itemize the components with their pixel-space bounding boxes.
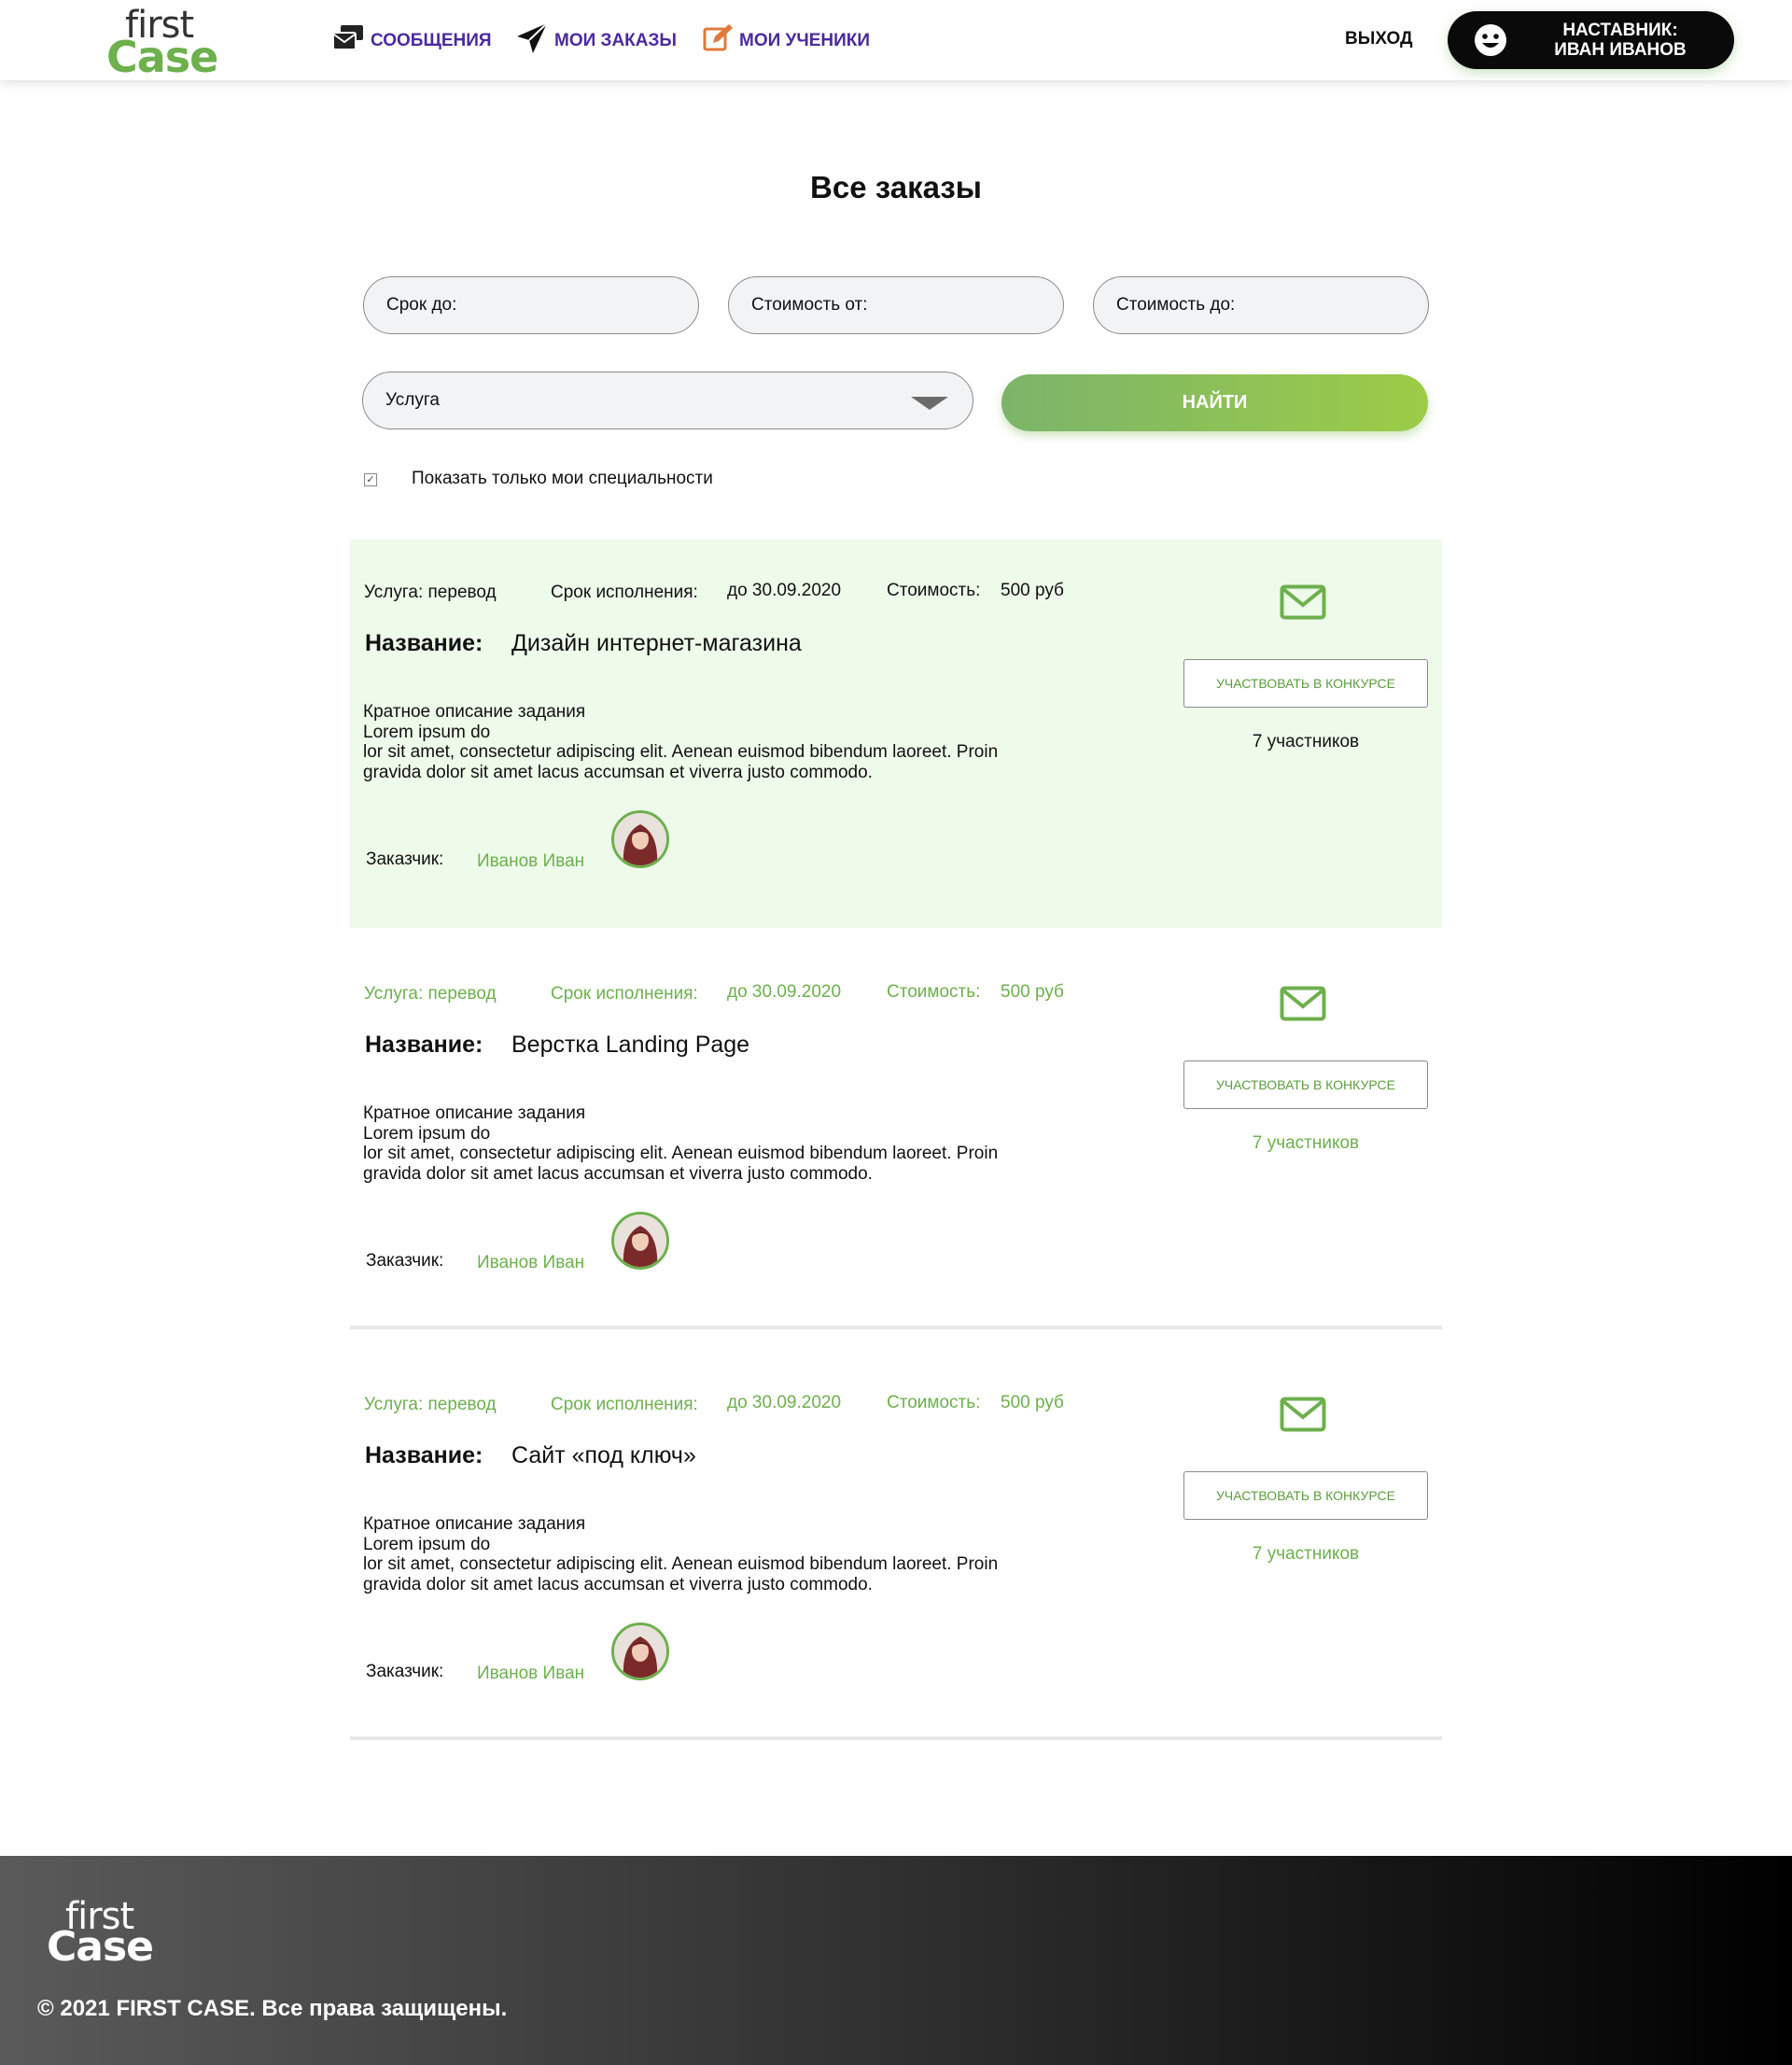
description-line: lor sit amet, consectetur adipiscing eli… (363, 742, 999, 762)
order-card: Услуга: перевод Срок исполнения: до 30.0… (350, 941, 1442, 1329)
order-description: Кратное описание задания Lorem ipsum do … (363, 1103, 1072, 1184)
smiley-icon (1475, 24, 1506, 56)
order-price-value: 500 руб (1001, 1393, 1064, 1412)
description-line: Lorem ipsum do (363, 1534, 491, 1554)
join-contest-button[interactable]: УЧАСТВОВАТЬ В КОНКУРСЕ (1183, 1061, 1428, 1109)
order-price-value: 500 руб (1001, 982, 1064, 1002)
order-price-value: 500 руб (1001, 581, 1064, 600)
order-deadline-label: Срок исполнения: (551, 984, 698, 1004)
footer-copyright: © 2021 FIRST CASE. Все права защищены. (37, 1996, 508, 2021)
description-line: lor sit amet, consectetur adipiscing eli… (363, 1554, 999, 1574)
paper-plane-icon (515, 21, 554, 61)
order-price-label: Стоимость: (887, 1393, 981, 1412)
nav-my-students[interactable]: МОИ УЧЕНИКИ (702, 24, 871, 56)
description-line: gravida dolor sit amet lacus accumsan et… (363, 762, 873, 782)
only-my-specialties-label: Показать только мои специальности (412, 469, 713, 488)
order-description: Кратное описание задания Lorem ipsum do … (363, 1514, 1072, 1594)
page-title: Все заказы (810, 170, 982, 204)
description-line: gravida dolor sit amet lacus accumsan et… (363, 1163, 873, 1184)
deadline-input[interactable]: Срок до: (363, 276, 699, 334)
site-logo[interactable]: first Case (105, 4, 218, 82)
top-navbar: first Case СООБЩЕНИЯ МОИ ЗАКАЗЫ МОИ УЧЕН… (0, 0, 1792, 82)
order-card: Услуга: перевод Срок исполнения: до 30.0… (350, 540, 1442, 928)
footer: first Case © 2021 FIRST CASE. Все права … (0, 1856, 1792, 2065)
participants-count[interactable]: 7 участников (1183, 732, 1428, 752)
order-name-value: Сайт «под ключ» (511, 1442, 696, 1468)
order-name-label: Название: (365, 630, 483, 656)
order-deadline-value: до 30.09.2020 (727, 581, 842, 600)
only-my-specialties-checkbox[interactable]: ✓ (364, 473, 377, 486)
order-service: Услуга: перевод (364, 1395, 497, 1414)
order-name-row: Название: Дизайн интернет-магазина (365, 630, 802, 657)
description-line: Кратное описание задания (363, 1514, 586, 1534)
customer-name-link[interactable]: Иванов Иван (477, 1664, 584, 1684)
find-button[interactable]: НАЙТИ (1001, 374, 1428, 431)
dropdown-arrow-icon (911, 397, 948, 410)
service-select-value: Услуга (385, 390, 440, 410)
nav-my-students-label: МОИ УЧЕНИКИ (739, 31, 871, 50)
deadline-placeholder: Срок до: (386, 295, 457, 315)
description-line: Кратное описание задания (363, 702, 586, 722)
nav-my-orders[interactable]: МОИ ЗАКАЗЫ (515, 22, 677, 56)
nav-messages-label: СООБЩЕНИЯ (371, 31, 492, 50)
participants-count[interactable]: 7 участников (1183, 1133, 1428, 1154)
participants-count[interactable]: 7 участников (1183, 1544, 1428, 1565)
description-line: gravida dolor sit amet lacus accumsan et… (363, 1574, 873, 1594)
customer-name-link[interactable]: Иванов Иван (477, 1253, 584, 1273)
price-to-placeholder: Стоимость до: (1116, 295, 1236, 315)
logout-link[interactable]: ВЫХОД (1345, 29, 1413, 49)
customer-avatar[interactable] (611, 810, 669, 868)
customer-avatar[interactable] (611, 1622, 669, 1680)
description-line: Кратное описание задания (363, 1103, 586, 1123)
envelope-icon[interactable] (1280, 1397, 1326, 1437)
price-to-input[interactable]: Стоимость до: (1093, 276, 1429, 334)
customer-name-link[interactable]: Иванов Иван (477, 851, 584, 872)
mentor-name: НАСТАВНИК: ИВАН ИВАНОВ (1532, 21, 1709, 60)
order-service: Услуга: перевод (364, 984, 497, 1004)
edit-icon (702, 22, 739, 60)
mentor-profile-button[interactable]: НАСТАВНИК: ИВАН ИВАНОВ (1448, 11, 1734, 69)
service-select[interactable]: Услуга (362, 372, 973, 429)
envelope-icon[interactable] (1280, 986, 1326, 1026)
order-card: Услуга: перевод Срок исполнения: до 30.0… (350, 1352, 1442, 1740)
order-description: Кратное описание задания Lorem ipsum do … (363, 702, 1072, 782)
nav-messages[interactable]: СООБЩЕНИЯ (331, 23, 492, 59)
customer-label: Заказчик: (366, 1251, 444, 1271)
order-name-row: Название: Сайт «под ключ» (365, 1442, 696, 1469)
envelope-icon[interactable] (1280, 584, 1326, 625)
order-deadline-label: Срок исполнения: (551, 1395, 698, 1414)
customer-avatar[interactable] (611, 1212, 669, 1270)
order-deadline-value: до 30.09.2020 (727, 1393, 842, 1412)
nav-my-orders-label: МОИ ЗАКАЗЫ (554, 31, 677, 50)
order-deadline-value: до 30.09.2020 (727, 982, 842, 1002)
join-contest-button[interactable]: УЧАСТВОВАТЬ В КОНКУРСЕ (1183, 659, 1428, 708)
footer-logo-case: Case (47, 1923, 154, 1971)
order-price-label: Стоимость: (887, 982, 981, 1002)
order-name-row: Название: Верстка Landing Page (365, 1032, 749, 1059)
order-name-value: Дизайн интернет-магазина (511, 630, 802, 656)
description-line: lor sit amet, consectetur adipiscing eli… (363, 1144, 999, 1163)
order-service: Услуга: перевод (364, 583, 497, 602)
order-deadline-label: Срок исполнения: (551, 583, 698, 602)
order-name-value: Верстка Landing Page (511, 1032, 750, 1058)
customer-label: Заказчик: (366, 1662, 444, 1681)
price-from-placeholder: Стоимость от: (751, 295, 868, 315)
mentor-role: НАСТАВНИК: (1562, 21, 1678, 40)
join-contest-button[interactable]: УЧАСТВОВАТЬ В КОНКУРСЕ (1183, 1471, 1428, 1520)
order-name-label: Название: (365, 1032, 483, 1058)
mentor-fullname: ИВАН ИВАНОВ (1554, 40, 1687, 60)
order-name-label: Название: (365, 1442, 483, 1468)
price-from-input[interactable]: Стоимость от: (728, 276, 1064, 334)
customer-label: Заказчик: (366, 850, 444, 869)
logo-case-text: Case (106, 32, 218, 82)
messages-icon (331, 23, 371, 59)
description-line: Lorem ipsum do (363, 722, 491, 742)
order-price-label: Стоимость: (887, 581, 981, 600)
description-line: Lorem ipsum do (363, 1123, 491, 1144)
